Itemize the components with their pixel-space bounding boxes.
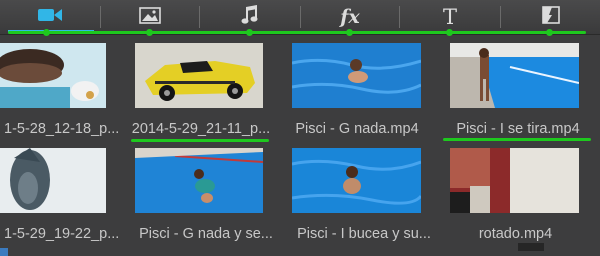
media-thumbnail-4[interactable] (450, 43, 579, 108)
video-progress-bar (518, 243, 544, 251)
annotation-dot (446, 29, 453, 36)
video-camera-icon (37, 7, 63, 27)
annotation-dot (43, 29, 50, 36)
birthday-cake-image (0, 43, 106, 108)
media-thumbnail-8[interactable] (450, 148, 579, 213)
pool-child-image (135, 148, 263, 213)
pool-swimmer-2-image (292, 148, 421, 213)
media-thumbnail-2[interactable] (135, 43, 263, 108)
annotation-underline-4 (443, 138, 591, 141)
pool-edge-image (450, 43, 579, 108)
media-caption-3: Pisci - G nada.mp4 (295, 121, 419, 137)
media-caption-8: rotado.mp4 (478, 226, 553, 242)
toy-car-image (135, 43, 263, 108)
media-caption-2: 2014-5-29_21-11_p... (131, 121, 271, 137)
media-type-tab-bar: fx T (0, 0, 600, 35)
media-caption-5: 1-5-29_19-22_p... (4, 226, 120, 242)
text-icon: T (442, 5, 457, 29)
media-thumbnail-5[interactable] (0, 148, 106, 213)
music-note-icon (240, 5, 260, 29)
fx-icon: fx (340, 6, 360, 28)
annotation-dot (346, 29, 353, 36)
annotation-line-tabs (8, 31, 586, 34)
transition-icon (541, 5, 561, 29)
annotation-underline-2 (131, 139, 269, 142)
media-thumbnail-7[interactable] (292, 148, 421, 213)
image-icon (139, 6, 161, 28)
tab-video[interactable] (0, 0, 100, 34)
media-caption-6: Pisci - G nada y se... (139, 226, 273, 242)
room-window-image (450, 148, 579, 213)
video-progress-bar (0, 248, 8, 256)
media-caption-1: 1-5-28_12-18_p... (4, 121, 120, 137)
pool-swimmer-image (292, 43, 421, 108)
media-thumbnail-1[interactable] (0, 43, 106, 108)
media-thumbnail-3[interactable] (292, 43, 421, 108)
annotation-dot (146, 29, 153, 36)
media-thumbnail-6[interactable] (135, 148, 263, 213)
annotation-dot (546, 29, 553, 36)
media-caption-7: Pisci - I bucea y su... (297, 226, 431, 242)
media-caption-4: Pisci - I se tira.mp4 (456, 121, 580, 137)
annotation-dot (246, 29, 253, 36)
fish-image (0, 148, 106, 213)
